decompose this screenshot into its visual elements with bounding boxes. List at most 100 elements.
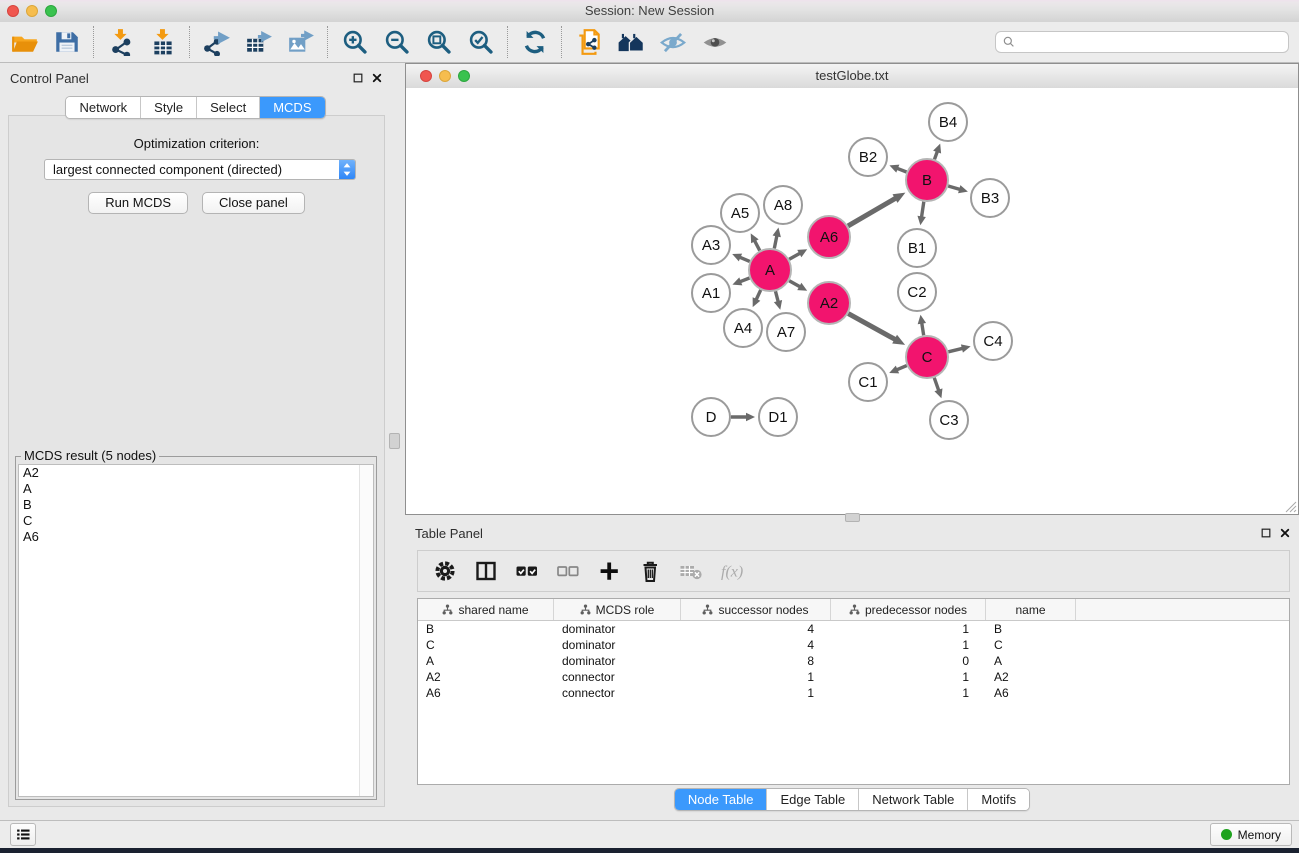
table-cell[interactable]: C <box>986 637 1076 653</box>
table-cell[interactable]: 1 <box>681 685 831 701</box>
select-all-rows-button[interactable] <box>508 554 545 588</box>
scrollbar-track[interactable] <box>359 465 373 796</box>
graph-edge-A6-B[interactable] <box>848 198 896 226</box>
table-settings-button[interactable] <box>426 554 463 588</box>
table-cell[interactable]: 1 <box>831 621 986 637</box>
tab-motifs[interactable]: Motifs <box>967 789 1029 810</box>
mcds-result-item[interactable]: C <box>19 513 373 529</box>
table-cell[interactable]: 1 <box>831 685 986 701</box>
tab-mcds[interactable]: MCDS <box>259 97 324 118</box>
graph-edge-A-A8[interactable] <box>774 235 777 249</box>
export-table-button[interactable] <box>238 24 280 60</box>
clone-network-button[interactable] <box>568 24 610 60</box>
mcds-result-item[interactable]: A6 <box>19 529 373 545</box>
mcds-result-item[interactable]: A <box>19 481 373 497</box>
table-row[interactable]: A2connector11A2 <box>418 669 1289 685</box>
graph-edge-B-B3[interactable] <box>948 186 961 190</box>
close-panel-button[interactable]: Close panel <box>202 192 305 214</box>
split-panel-button[interactable] <box>467 554 504 588</box>
criterion-dropdown[interactable]: largest connected component (directed) <box>44 159 356 180</box>
float-panel-icon[interactable] <box>352 72 364 84</box>
column-header-MCDS-role[interactable]: MCDS role <box>554 599 681 620</box>
graph-edge-A-A1[interactable] <box>739 278 749 282</box>
tab-edge-table[interactable]: Edge Table <box>766 789 858 810</box>
table-cell[interactable]: 4 <box>681 637 831 653</box>
mcds-result-item[interactable]: A2 <box>19 465 373 481</box>
refresh-button[interactable] <box>514 24 556 60</box>
mcds-result-list[interactable]: A2ABCA6 <box>18 464 374 797</box>
table-cell[interactable]: 1 <box>681 669 831 685</box>
close-panel-icon[interactable] <box>1279 527 1291 539</box>
table-cell[interactable]: dominator <box>554 637 681 653</box>
save-session-button[interactable] <box>46 24 88 60</box>
table-cell[interactable]: 1 <box>831 669 986 685</box>
graph-edge-B-B2[interactable] <box>896 168 906 172</box>
graph-edge-C-C1[interactable] <box>896 366 907 371</box>
delete-column-button[interactable] <box>631 554 668 588</box>
memory-button[interactable]: Memory <box>1210 823 1292 846</box>
table-cell[interactable]: A <box>986 653 1076 669</box>
table-row[interactable]: Cdominator41C <box>418 637 1289 653</box>
float-panel-icon[interactable] <box>1260 527 1272 539</box>
table-cell[interactable]: B <box>986 621 1076 637</box>
table-cell[interactable]: dominator <box>554 653 681 669</box>
show-elements-button[interactable] <box>694 24 736 60</box>
deselect-all-rows-button[interactable] <box>549 554 586 588</box>
graph-edge-A2-C[interactable] <box>848 314 896 340</box>
graph-edge-A-A7[interactable] <box>775 291 778 302</box>
zoom-in-button[interactable] <box>334 24 376 60</box>
home-button[interactable] <box>610 24 652 60</box>
table-row[interactable]: A6connector11A6 <box>418 685 1289 701</box>
tab-select[interactable]: Select <box>196 97 259 118</box>
zoom-selected-button[interactable] <box>460 24 502 60</box>
graph-edge-A-A5[interactable] <box>754 240 760 251</box>
column-header-name[interactable]: name <box>986 599 1076 620</box>
tab-node-table[interactable]: Node Table <box>675 789 767 810</box>
graph-edge-A-A4[interactable] <box>756 290 761 300</box>
column-header-predecessor-nodes[interactable]: predecessor nodes <box>831 599 986 620</box>
table-cell[interactable]: 4 <box>681 621 831 637</box>
table-row[interactable]: Adominator80A <box>418 653 1289 669</box>
table-cell[interactable]: 0 <box>831 653 986 669</box>
table-cell[interactable]: A6 <box>418 685 554 701</box>
table-cell[interactable]: 8 <box>681 653 831 669</box>
export-image-button[interactable] <box>280 24 322 60</box>
run-mcds-button[interactable]: Run MCDS <box>88 192 188 214</box>
graph-edge-B-B1[interactable] <box>921 202 923 218</box>
table-cell[interactable]: connector <box>554 685 681 701</box>
graph-edge-C-C4[interactable] <box>948 348 963 352</box>
export-network-button[interactable] <box>196 24 238 60</box>
table-cell[interactable]: connector <box>554 669 681 685</box>
table-cell[interactable]: 1 <box>831 637 986 653</box>
open-file-button[interactable] <box>4 24 46 60</box>
table-cell[interactable]: A <box>418 653 554 669</box>
import-table-button[interactable] <box>142 24 184 60</box>
table-cell[interactable]: C <box>418 637 554 653</box>
graph-edge-C-C2[interactable] <box>922 322 924 335</box>
search-input[interactable] <box>995 31 1289 53</box>
graph-edge-A-A3[interactable] <box>739 257 750 262</box>
table-cell[interactable]: A2 <box>418 669 554 685</box>
column-header-successor-nodes[interactable]: successor nodes <box>681 599 831 620</box>
zoom-fit-button[interactable] <box>418 24 460 60</box>
graph-edge-A-A6[interactable] <box>789 253 800 259</box>
table-row[interactable]: Bdominator41B <box>418 621 1289 637</box>
add-column-button[interactable] <box>590 554 627 588</box>
network-canvas[interactable]: B4B2BB3A8A5A6A3B1AC2A1A2A4A7C4CC1DD1C3 <box>406 88 1298 514</box>
tab-network[interactable]: Network <box>66 97 140 118</box>
graph-edge-C-C3[interactable] <box>934 378 939 391</box>
hide-elements-button[interactable] <box>652 24 694 60</box>
mcds-result-item[interactable]: B <box>19 497 373 513</box>
task-history-button[interactable] <box>10 823 36 846</box>
column-header-shared-name[interactable]: shared name <box>418 599 554 620</box>
tab-style[interactable]: Style <box>140 97 196 118</box>
resize-grip[interactable] <box>1283 499 1297 513</box>
tab-network-table[interactable]: Network Table <box>858 789 967 810</box>
table-cell[interactable]: B <box>418 621 554 637</box>
graph-edge-A-A2[interactable] <box>789 281 800 287</box>
close-panel-icon[interactable] <box>371 72 383 84</box>
table-cell[interactable]: A2 <box>986 669 1076 685</box>
table-cell[interactable]: dominator <box>554 621 681 637</box>
table-cell[interactable]: A6 <box>986 685 1076 701</box>
vertical-splitter-handle[interactable] <box>389 433 400 449</box>
